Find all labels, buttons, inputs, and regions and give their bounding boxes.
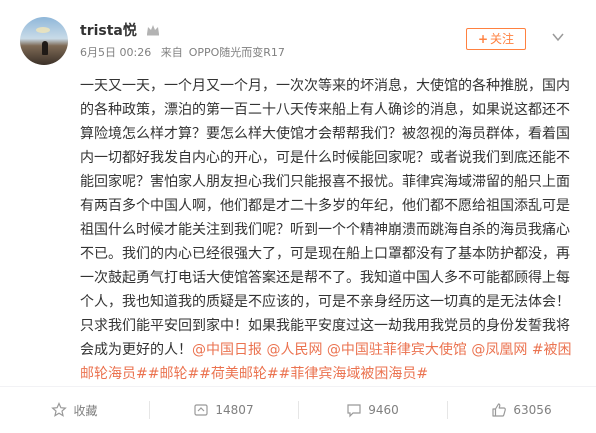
post-meta: 6月5日 00:26 来自 OPPO随光而变R17	[80, 44, 285, 60]
repost-button[interactable]: 14807	[149, 387, 298, 433]
post-link[interactable]: @人民网	[266, 342, 322, 358]
post-link[interactable]: @中国日报	[192, 342, 262, 358]
repost-icon	[194, 404, 209, 416]
chevron-down-icon[interactable]	[552, 32, 564, 42]
post-link[interactable]: @凤凰网	[471, 342, 527, 358]
username-row: trista悦	[80, 20, 160, 40]
source-prefix: 来自	[160, 46, 183, 59]
post-date[interactable]: 6月5日 00:26	[80, 46, 151, 59]
thumbs-up-icon	[492, 403, 507, 417]
like-button[interactable]: 63056	[447, 387, 596, 433]
plus-icon: +	[477, 32, 489, 46]
comment-icon	[347, 404, 361, 418]
star-icon	[51, 402, 68, 417]
post-text: 一天又一天，一个月又一个月，一次次等来的坏消息，大使馆的各种推脱，国内的各种政策…	[80, 78, 570, 358]
like-count: 63056	[513, 403, 552, 417]
username[interactable]: trista悦	[80, 23, 137, 39]
follow-label: 关注	[490, 32, 515, 46]
post-content: 一天又一天，一个月又一个月，一次次等来的坏消息，大使馆的各种推脱，国内的各种政策…	[80, 74, 574, 386]
crown-icon[interactable]	[146, 24, 160, 36]
comment-count: 9460	[368, 403, 399, 417]
post-source[interactable]: OPPO随光而变R17	[189, 46, 285, 59]
avatar-sun	[36, 27, 50, 33]
avatar[interactable]	[20, 17, 68, 65]
comment-button[interactable]: 9460	[298, 387, 447, 433]
follow-button[interactable]: + 关注	[466, 28, 526, 50]
action-bar: 收藏 14807 9460 63056	[0, 387, 596, 433]
post-link[interactable]: @中国驻菲律宾大使馆	[327, 342, 467, 358]
avatar-figure	[42, 41, 48, 55]
favorite-label: 收藏	[73, 403, 98, 418]
weibo-post-card: trista悦 6月5日 00:26 来自 OPPO随光而变R17 + 关注 一天又…	[0, 0, 596, 433]
repost-count: 14807	[215, 403, 254, 417]
favorite-button[interactable]: 收藏	[0, 387, 149, 433]
